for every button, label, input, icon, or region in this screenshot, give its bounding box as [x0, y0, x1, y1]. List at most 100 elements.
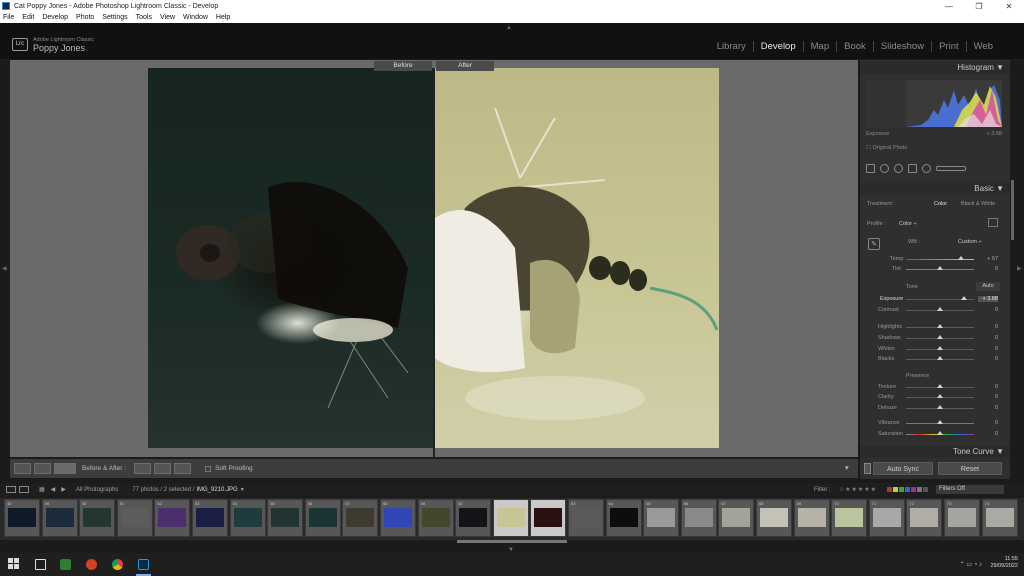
presence-slider-thumb[interactable] [937, 405, 943, 409]
tone-curve-panel-header[interactable]: Tone Curve ▼ [860, 446, 1010, 458]
menu-edit[interactable]: Edit [22, 14, 34, 21]
soft-proofing-checkbox[interactable] [205, 465, 212, 472]
filmstrip-thumbnail[interactable]: 48 [4, 499, 40, 537]
filters-off-dropdown[interactable]: Filters Off [936, 485, 1004, 494]
chrome-icon[interactable] [112, 559, 123, 570]
before-after-mode-button[interactable] [54, 463, 76, 474]
after-image[interactable] [435, 68, 719, 448]
back-arrow-icon[interactable]: ◀ [51, 486, 56, 493]
basic-panel-header[interactable]: Basic ▼ [860, 183, 1010, 195]
eyedropper-icon[interactable]: ✎ [868, 238, 880, 250]
filmstrip-source[interactable]: All Photographs [76, 487, 118, 493]
filmstrip-thumbnail[interactable]: 65 [643, 499, 680, 537]
compare-view-button[interactable] [34, 463, 51, 474]
crop-tool-icon[interactable] [866, 164, 875, 173]
tint-slider-thumb[interactable] [937, 266, 943, 270]
clock[interactable]: 11:55 29/09/2022 [990, 556, 1018, 570]
lightroom-taskbar-icon[interactable] [138, 559, 149, 570]
filmstrip-thumbnail[interactable]: 70 [831, 499, 868, 537]
tone-slider-thumb[interactable] [937, 324, 943, 328]
presence-slider-thumb[interactable] [937, 384, 943, 388]
module-library[interactable]: Library [710, 41, 753, 52]
tone-slider-value[interactable]: 0 [978, 356, 998, 362]
filmstrip-thumbnail[interactable]: 59 [417, 499, 454, 537]
tone-auto-button[interactable]: Auto [976, 282, 1000, 291]
module-develop[interactable]: Develop [752, 41, 803, 52]
treatment-color-option[interactable]: Color [934, 201, 947, 207]
presence-slider-value[interactable]: 0 [978, 405, 998, 411]
presence-slider-thumb[interactable] [937, 394, 943, 398]
windows-start-icon[interactable] [8, 558, 19, 569]
primary-window-icon[interactable] [6, 486, 16, 493]
filmstrip-thumbnail[interactable]: 73 [944, 499, 980, 537]
filmstrip-thumbnail[interactable]: 54 [229, 499, 266, 537]
right-panel-scrollbar[interactable] [1011, 180, 1014, 240]
filmstrip-thumbnail[interactable]: 69 [793, 499, 830, 537]
filmstrip-thumbnail[interactable]: 68 [756, 499, 792, 537]
filmstrip-scrollbar[interactable] [457, 540, 567, 543]
color-label-filters[interactable] [887, 487, 928, 492]
copy-after-to-before-button[interactable] [174, 463, 192, 474]
presence-slider-thumb[interactable] [937, 431, 943, 435]
filmstrip-thumbnail[interactable]: 52 [154, 499, 191, 537]
tone-slider-thumb[interactable] [937, 335, 943, 339]
menu-help[interactable]: Help [216, 14, 230, 21]
profile-dropdown[interactable]: Color ÷ [899, 221, 917, 227]
tone-slider-thumb[interactable] [937, 356, 943, 360]
menu-develop[interactable]: Develop [42, 14, 68, 21]
brush-tool-icon[interactable] [936, 166, 966, 171]
filmstrip-thumbnail[interactable]: 55 [267, 499, 304, 537]
menu-photo[interactable]: Photo [76, 14, 94, 21]
maximize-button[interactable]: ❐ [964, 2, 994, 11]
tone-slider-thumb[interactable] [937, 346, 943, 350]
copy-before-to-after-button[interactable] [134, 463, 152, 474]
presence-slider-thumb[interactable] [937, 420, 943, 424]
tone-slider-value[interactable]: 0 [978, 324, 998, 330]
menu-settings[interactable]: Settings [102, 14, 127, 21]
tone-slider-thumb[interactable] [961, 296, 967, 300]
top-panel-toggle-icon[interactable]: ▲ [506, 25, 512, 31]
loupe-view-button[interactable] [14, 463, 31, 474]
presence-slider-value[interactable]: 0 [978, 384, 998, 390]
spot-removal-icon[interactable] [880, 164, 889, 173]
filmstrip-thumbnail[interactable]: 71 [868, 499, 905, 537]
menu-window[interactable]: Window [183, 14, 208, 21]
filmstrip-thumbnail[interactable]: 61 [492, 499, 529, 537]
tone-slider-value[interactable]: 0 [978, 307, 998, 313]
presence-slider-value[interactable]: 0 [978, 420, 998, 426]
auto-sync-button[interactable]: Auto Sync [873, 462, 933, 475]
wb-dropdown[interactable]: Custom ÷ [958, 239, 982, 245]
reset-button[interactable]: Reset [938, 462, 1002, 475]
filmstrip-thumbnail[interactable]: 74 [981, 499, 1018, 537]
tone-slider-value[interactable]: 0 [978, 346, 998, 352]
system-tray-icons[interactable]: ⌃ ▭ ◔ ♪ [960, 561, 982, 568]
swap-before-after-button[interactable] [154, 463, 172, 474]
filmstrip-thumbnail[interactable]: 57 [342, 499, 379, 537]
left-panel-toggle-icon[interactable]: ◀ [2, 265, 7, 272]
menu-file[interactable]: File [3, 14, 14, 21]
menu-tools[interactable]: Tools [136, 14, 152, 21]
filmstrip-thumbnail[interactable]: 62 [530, 499, 567, 537]
module-map[interactable]: Map [802, 41, 836, 52]
filmstrip-thumbnail[interactable]: 50 [79, 499, 116, 537]
presence-slider-value[interactable]: 0 [978, 431, 998, 437]
before-image[interactable] [148, 68, 434, 448]
filmstrip-thumbnail[interactable]: 72 [906, 499, 943, 537]
filename-dropdown-icon[interactable]: ▾ [241, 486, 244, 493]
filmstrip-thumbnail[interactable]: 66 [680, 499, 717, 537]
profile-browser-icon[interactable] [988, 218, 998, 227]
tone-slider-value[interactable]: 0 [978, 335, 998, 341]
tone-slider-value[interactable]: + 3.68 [978, 296, 998, 302]
module-slideshow[interactable]: Slideshow [872, 41, 931, 52]
task-view-icon[interactable] [35, 559, 46, 570]
toolbar-menu-chevron-icon[interactable]: ▼ [844, 465, 850, 472]
filmstrip-thumbnail[interactable]: 49 [41, 499, 78, 537]
filmstrip-thumbnail[interactable]: 67 [718, 499, 755, 537]
histogram-panel-header[interactable]: Histogram ▼ [860, 62, 1010, 74]
treatment-bw-option[interactable]: Black & White [961, 201, 995, 207]
original-photo-toggle[interactable]: ☐ Original Photo [866, 145, 907, 151]
filmstrip-filename[interactable]: IMG_9210.JPG [196, 487, 237, 493]
red-eye-icon[interactable] [894, 164, 903, 173]
filmstrip-thumbnail[interactable]: 56 [304, 499, 341, 537]
filmstrip-thumbnail[interactable]: 64 [605, 499, 642, 537]
